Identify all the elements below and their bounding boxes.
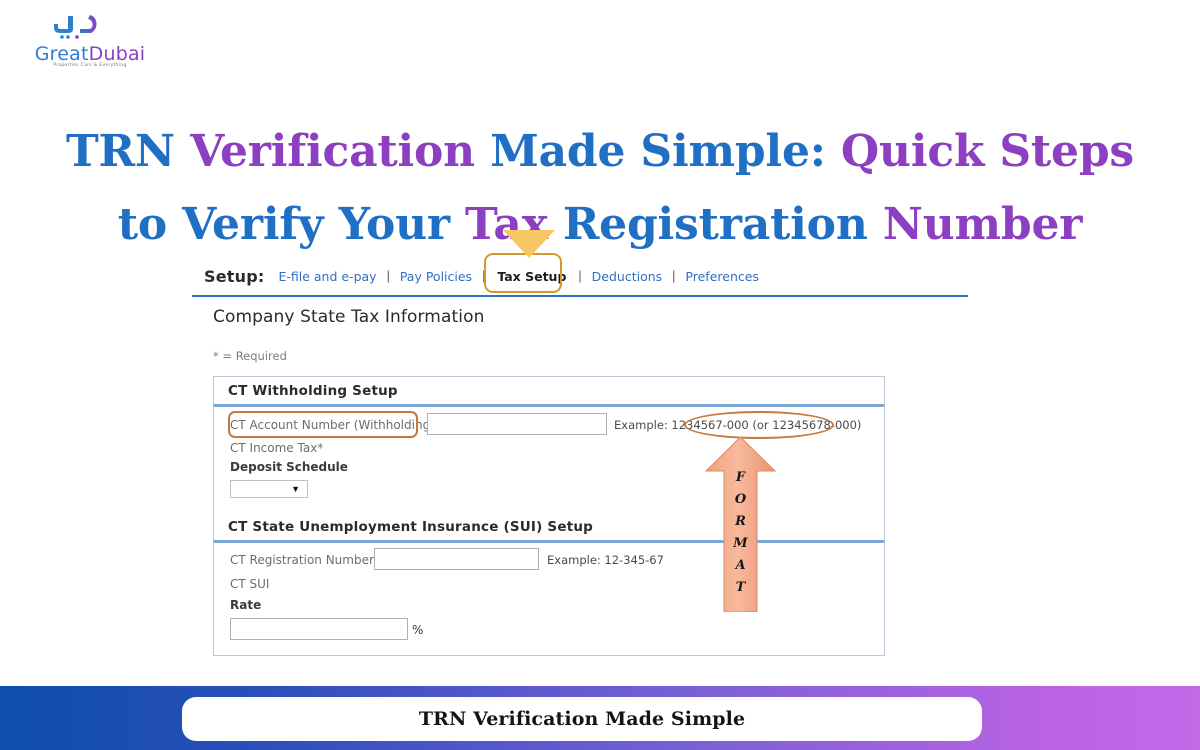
- format-letters: F O R M A T: [703, 467, 778, 599]
- ct-registration-number-input[interactable]: [374, 548, 539, 570]
- brand-tagline: Properties Cars & Everything: [53, 63, 127, 68]
- headline-word: Your: [338, 199, 451, 251]
- headline-word: Steps: [999, 126, 1134, 178]
- headline-word: Number: [882, 199, 1083, 251]
- app-screenshot: Setup: E-file and e-pay | Pay Policies |…: [188, 230, 988, 662]
- greatdubai-arabic-mark-icon: [54, 15, 97, 39]
- brand-name: GreatDubai: [20, 43, 160, 65]
- format-letter: O: [734, 492, 747, 507]
- ct-registration-number-example: Example: 12-345-67: [547, 553, 664, 567]
- deposit-schedule-select[interactable]: ▼: [230, 480, 308, 498]
- percent-sign: %: [412, 623, 424, 637]
- headline-word: Registration: [562, 199, 868, 251]
- headline-word: Verification: [190, 126, 475, 178]
- section-header-sui: CT State Unemployment Insurance (SUI) Se…: [214, 513, 884, 543]
- screenshot-page-title: Company State Tax Information: [213, 307, 485, 327]
- brand-logo: GreatDubai Properties Cars & Everything: [20, 12, 160, 74]
- nav-link-efile[interactable]: E-file and e-pay: [278, 269, 376, 284]
- page-headline: TRN Verification Made Simple: Quick Step…: [0, 115, 1200, 261]
- ct-sui-label: CT SUI: [230, 577, 270, 591]
- annotation-account-label-box: [228, 411, 418, 438]
- nav-separator: |: [578, 269, 582, 283]
- nav-divider: [192, 295, 968, 297]
- nav-link-deductions[interactable]: Deductions: [592, 269, 663, 284]
- nav-link-preferences[interactable]: Preferences: [685, 269, 759, 284]
- brand-name-first: Great: [34, 43, 89, 65]
- format-letter: T: [735, 580, 746, 595]
- ct-account-number-input[interactable]: [427, 413, 607, 435]
- tax-setup-highlight-box: [484, 253, 562, 293]
- setup-label: Setup:: [204, 266, 265, 286]
- nav-separator: |: [386, 269, 390, 283]
- nav-link-pay-policies[interactable]: Pay Policies: [400, 269, 472, 284]
- setup-nav: Setup: E-file and e-pay | Pay Policies |…: [204, 261, 759, 291]
- deposit-schedule-label: Deposit Schedule: [230, 460, 348, 474]
- brand-name-second: Dubai: [88, 43, 146, 65]
- headline-word: TRN: [66, 126, 175, 178]
- annotation-example-ellipse: [684, 411, 834, 439]
- headline-word: Verify: [182, 199, 324, 251]
- headline-word: Quick: [840, 126, 985, 178]
- down-arrow-pointer-icon: [503, 230, 555, 258]
- footer-caption-pill: TRN Verification Made Simple: [182, 697, 982, 741]
- format-letter: F: [735, 470, 746, 485]
- headline-line-1: TRN Verification Made Simple: Quick Step…: [0, 115, 1200, 188]
- format-letter: M: [733, 536, 748, 551]
- sui-rate-input[interactable]: [230, 618, 408, 640]
- format-arrow-annotation: F O R M A T: [703, 436, 778, 613]
- format-letter: A: [735, 558, 746, 573]
- chevron-down-icon: ▼: [291, 484, 300, 494]
- footer-caption: TRN Verification Made Simple: [418, 708, 746, 730]
- rate-label: Rate: [230, 598, 262, 612]
- ct-income-tax-label: CT Income Tax*: [230, 441, 324, 455]
- nav-separator: |: [672, 269, 676, 283]
- headline-word: to: [117, 199, 168, 251]
- required-legend: * = Required: [213, 349, 287, 363]
- ct-registration-number-label: CT Registration Number: [230, 553, 374, 567]
- format-letter: R: [735, 514, 746, 529]
- section-header-withholding: CT Withholding Setup: [214, 377, 884, 407]
- headline-word: Made: [490, 126, 626, 178]
- headline-word: Simple:: [640, 126, 826, 178]
